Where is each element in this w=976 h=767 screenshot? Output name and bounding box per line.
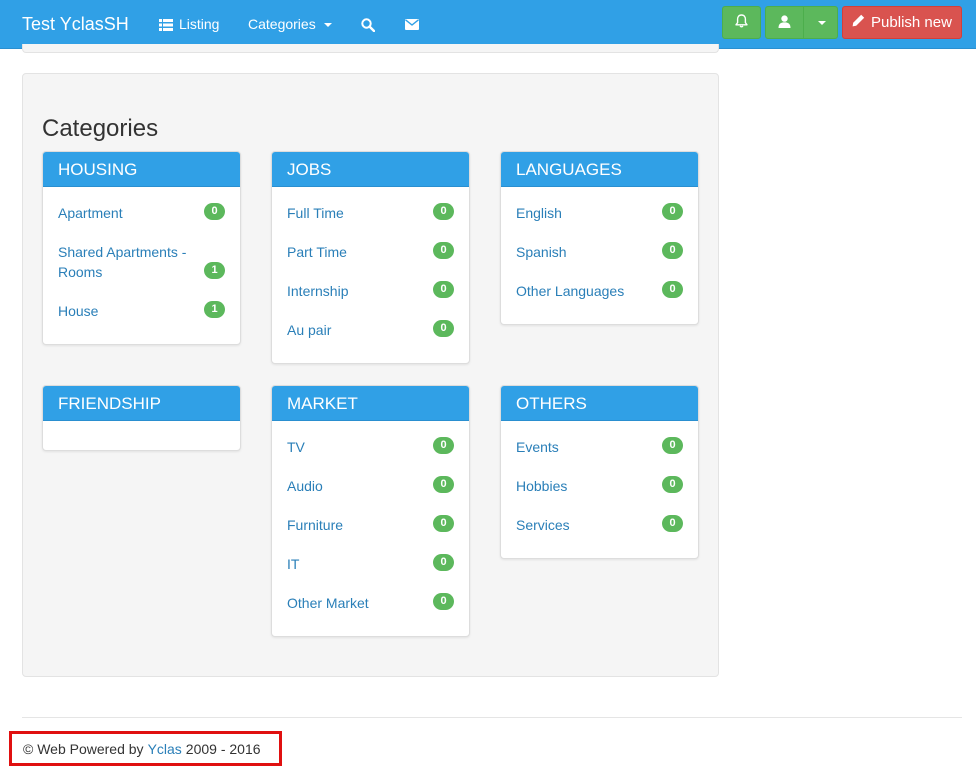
count-badge: 0: [662, 281, 683, 298]
category-link[interactable]: Au pair: [287, 320, 331, 340]
category-link[interactable]: Apartment: [58, 203, 123, 223]
category-link[interactable]: House: [58, 301, 98, 321]
publish-new-button[interactable]: Publish new: [842, 6, 962, 39]
count-badge: 0: [433, 281, 454, 298]
category-link[interactable]: TV: [287, 437, 305, 457]
footer-yclas-link[interactable]: Yclas: [148, 741, 182, 757]
category-link[interactable]: Events: [516, 437, 559, 457]
footer-years: 2009 - 2016: [185, 740, 261, 757]
footer-credits: © Web Powered by Yclas 2009 - 2016: [9, 731, 282, 766]
publish-new-label: Publish new: [871, 14, 952, 31]
search-icon: [361, 17, 375, 32]
user-icon: [778, 14, 791, 31]
envelope-icon: [405, 19, 419, 30]
top-navbar: Test YclasSH Listing Categories Publish …: [0, 0, 976, 49]
count-badge: 0: [433, 320, 454, 337]
category-link[interactable]: Internship: [287, 281, 348, 301]
footer-divider: [22, 717, 962, 718]
count-badge: 0: [662, 476, 683, 493]
page-title: Categories: [42, 115, 159, 142]
nav-categories-label: Categories: [248, 16, 316, 32]
panel-title[interactable]: LANGUAGES: [501, 152, 698, 187]
count-badge: 1: [204, 301, 225, 318]
nav-search[interactable]: [361, 0, 375, 49]
panel-title[interactable]: FRIENDSHIP: [43, 386, 240, 421]
user-menu-button[interactable]: [765, 6, 804, 39]
count-badge: 0: [433, 593, 454, 610]
count-badge: 0: [433, 476, 454, 493]
category-link[interactable]: Other Market: [287, 593, 369, 613]
bell-icon: [735, 14, 748, 31]
category-link[interactable]: Furniture: [287, 515, 343, 535]
chevron-down-icon: [323, 22, 332, 27]
user-menu-toggle[interactable]: [803, 6, 838, 39]
previous-panel-edge: [22, 44, 719, 53]
nav-categories-dropdown[interactable]: Categories: [248, 0, 332, 49]
category-panel-housing: HOUSING Apartment 0 Shared Apartments - …: [42, 151, 241, 345]
category-panel-jobs: JOBS Full Time 0 Part Time 0 Internship …: [271, 151, 470, 364]
count-badge: 0: [662, 242, 683, 259]
category-link[interactable]: Spanish: [516, 242, 567, 262]
category-panel-market: MARKET TV 0 Audio 0 Furniture 0 IT 0 Oth…: [271, 385, 470, 637]
count-badge: 0: [204, 203, 225, 220]
panel-title[interactable]: HOUSING: [43, 152, 240, 187]
panel-title[interactable]: JOBS: [272, 152, 469, 187]
category-link[interactable]: Part Time: [287, 242, 347, 262]
footer-prefix: © Web Powered by: [23, 740, 144, 757]
list-icon: [159, 18, 173, 31]
nav-contact[interactable]: [405, 0, 419, 49]
category-link[interactable]: Services: [516, 515, 570, 535]
chevron-down-icon: [817, 20, 826, 25]
category-panel-languages: LANGUAGES English 0 Spanish 0 Other Lang…: [500, 151, 699, 325]
category-link[interactable]: Other Languages: [516, 281, 624, 301]
count-badge: 0: [662, 515, 683, 532]
panel-title[interactable]: OTHERS: [501, 386, 698, 421]
count-badge: 0: [433, 437, 454, 454]
category-link[interactable]: Hobbies: [516, 476, 567, 496]
pencil-icon: [852, 14, 865, 31]
count-badge: 0: [433, 515, 454, 532]
category-link[interactable]: IT: [287, 554, 299, 574]
category-link[interactable]: Full Time: [287, 203, 344, 223]
category-panel-others: OTHERS Events 0 Hobbies 0 Services 0: [500, 385, 699, 559]
site-brand[interactable]: Test YclasSH: [22, 0, 129, 49]
panel-title[interactable]: MARKET: [272, 386, 469, 421]
count-badge: 1: [204, 262, 225, 279]
category-panel-friendship: FRIENDSHIP: [42, 385, 241, 451]
count-badge: 0: [433, 203, 454, 220]
nav-listing-label: Listing: [179, 16, 220, 32]
count-badge: 0: [433, 242, 454, 259]
category-link[interactable]: English: [516, 203, 562, 223]
nav-listing[interactable]: Listing: [159, 0, 219, 49]
category-link[interactable]: Shared Apartments - Rooms: [58, 242, 208, 282]
count-badge: 0: [662, 437, 683, 454]
category-link[interactable]: Audio: [287, 476, 323, 496]
count-badge: 0: [433, 554, 454, 571]
count-badge: 0: [662, 203, 683, 220]
notifications-button[interactable]: [722, 6, 761, 39]
